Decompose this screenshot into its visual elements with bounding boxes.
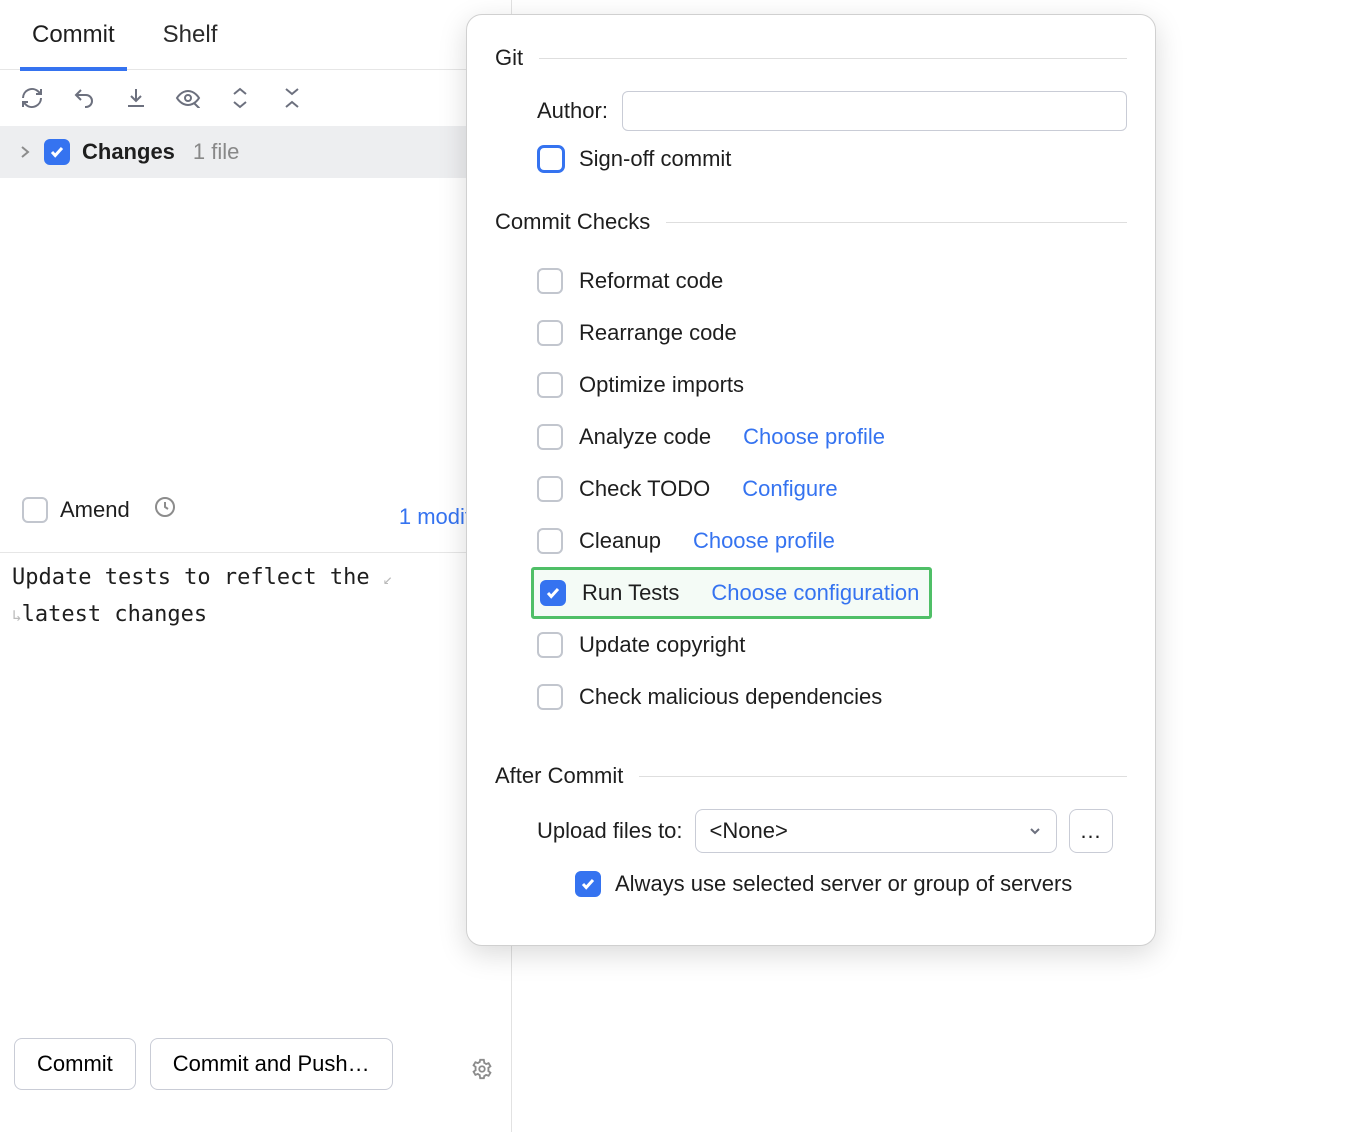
- soft-wrap-icon: ↙: [383, 569, 393, 588]
- commit-buttons: Commit Commit and Push…: [14, 1038, 393, 1090]
- always-checkbox[interactable]: [575, 871, 601, 897]
- changes-count: 1 file: [193, 139, 239, 165]
- reformat-row: Reformat code: [495, 255, 1127, 307]
- cleanup-choose-profile[interactable]: Choose profile: [693, 528, 835, 554]
- optimize-label: Optimize imports: [579, 372, 744, 398]
- git-section: Git: [495, 45, 1127, 71]
- upload-select[interactable]: <None>: [695, 809, 1057, 853]
- soft-wrap-icon: ↳: [12, 606, 22, 625]
- after-commit-label: After Commit: [495, 763, 623, 789]
- run-tests-choose-config[interactable]: Choose configuration: [711, 580, 919, 606]
- run-tests-label: Run Tests: [582, 580, 679, 606]
- git-section-label: Git: [495, 45, 523, 71]
- changes-label: Changes: [82, 139, 175, 165]
- chevron-right-icon[interactable]: [18, 139, 32, 165]
- rearrange-row: Rearrange code: [495, 307, 1127, 359]
- analyze-row: Analyze code Choose profile: [495, 411, 1127, 463]
- analyze-label: Analyze code: [579, 424, 711, 450]
- malicious-label: Check malicious dependencies: [579, 684, 882, 710]
- copyright-checkbox[interactable]: [537, 632, 563, 658]
- todo-configure[interactable]: Configure: [742, 476, 837, 502]
- tab-shelf[interactable]: Shelf: [151, 0, 230, 69]
- run-tests-checkbox[interactable]: [540, 580, 566, 606]
- chevron-down-icon: [1028, 824, 1042, 838]
- signoff-row: Sign-off commit: [495, 145, 1127, 173]
- commit-message[interactable]: Update tests to reflect the ↙ ↳latest ch…: [0, 552, 511, 982]
- changes-checkbox[interactable]: [44, 139, 70, 165]
- author-input[interactable]: [622, 91, 1127, 131]
- commit-msg-line2: latest changes: [22, 602, 207, 627]
- always-row: Always use selected server or group of s…: [495, 871, 1127, 897]
- changes-node[interactable]: Changes 1 file: [0, 126, 511, 178]
- todo-label: Check TODO: [579, 476, 710, 502]
- commit-options-popover: Git Author: Sign-off commit Commit Check…: [466, 14, 1156, 946]
- cleanup-row: Cleanup Choose profile: [495, 515, 1127, 567]
- author-row: Author:: [495, 91, 1127, 131]
- copyright-label: Update copyright: [579, 632, 745, 658]
- amend-checkbox[interactable]: [22, 497, 48, 523]
- commit-push-button[interactable]: Commit and Push…: [150, 1038, 393, 1090]
- expand-all-icon[interactable]: [226, 84, 254, 112]
- malicious-row: Check malicious dependencies: [495, 671, 1127, 723]
- optimize-row: Optimize imports: [495, 359, 1127, 411]
- revert-icon[interactable]: [70, 84, 98, 112]
- tabs: Commit Shelf: [0, 0, 511, 70]
- modified-link[interactable]: 1 modif: [399, 504, 471, 530]
- always-label: Always use selected server or group of s…: [615, 871, 1072, 897]
- copyright-row: Update copyright: [495, 619, 1127, 671]
- amend-label: Amend: [60, 497, 130, 523]
- commit-toolbar: [0, 70, 511, 126]
- optimize-checkbox[interactable]: [537, 372, 563, 398]
- after-commit-section: After Commit: [495, 763, 1127, 789]
- commit-msg-line1: Update tests to reflect the: [12, 565, 370, 590]
- upload-row: Upload files to: <None> …: [495, 809, 1127, 853]
- tab-commit[interactable]: Commit: [20, 2, 127, 71]
- cleanup-checkbox[interactable]: [537, 528, 563, 554]
- rearrange-label: Rearrange code: [579, 320, 737, 346]
- todo-checkbox[interactable]: [537, 476, 563, 502]
- upload-label: Upload files to:: [537, 818, 683, 844]
- commit-checks-label: Commit Checks: [495, 209, 650, 235]
- reformat-checkbox[interactable]: [537, 268, 563, 294]
- refresh-icon[interactable]: [18, 84, 46, 112]
- signoff-label: Sign-off commit: [579, 146, 731, 172]
- preview-icon[interactable]: [174, 84, 202, 112]
- amend-row: Amend: [0, 490, 198, 530]
- settings-icon[interactable]: [471, 1058, 493, 1086]
- run-tests-row: Run Tests Choose configuration: [531, 567, 932, 619]
- cleanup-label: Cleanup: [579, 528, 661, 554]
- reformat-label: Reformat code: [579, 268, 723, 294]
- history-icon[interactable]: [154, 496, 176, 524]
- todo-row: Check TODO Configure: [495, 463, 1127, 515]
- upload-ellipsis-button[interactable]: …: [1069, 809, 1113, 853]
- rearrange-checkbox[interactable]: [537, 320, 563, 346]
- download-icon[interactable]: [122, 84, 150, 112]
- signoff-checkbox[interactable]: [537, 145, 565, 173]
- collapse-all-icon[interactable]: [278, 84, 306, 112]
- commit-panel: Commit Shelf Changes: [0, 0, 512, 1132]
- author-label: Author:: [537, 98, 608, 124]
- malicious-checkbox[interactable]: [537, 684, 563, 710]
- commit-button[interactable]: Commit: [14, 1038, 136, 1090]
- commit-checks-section: Commit Checks: [495, 209, 1127, 235]
- upload-value: <None>: [710, 818, 788, 844]
- analyze-checkbox[interactable]: [537, 424, 563, 450]
- analyze-choose-profile[interactable]: Choose profile: [743, 424, 885, 450]
